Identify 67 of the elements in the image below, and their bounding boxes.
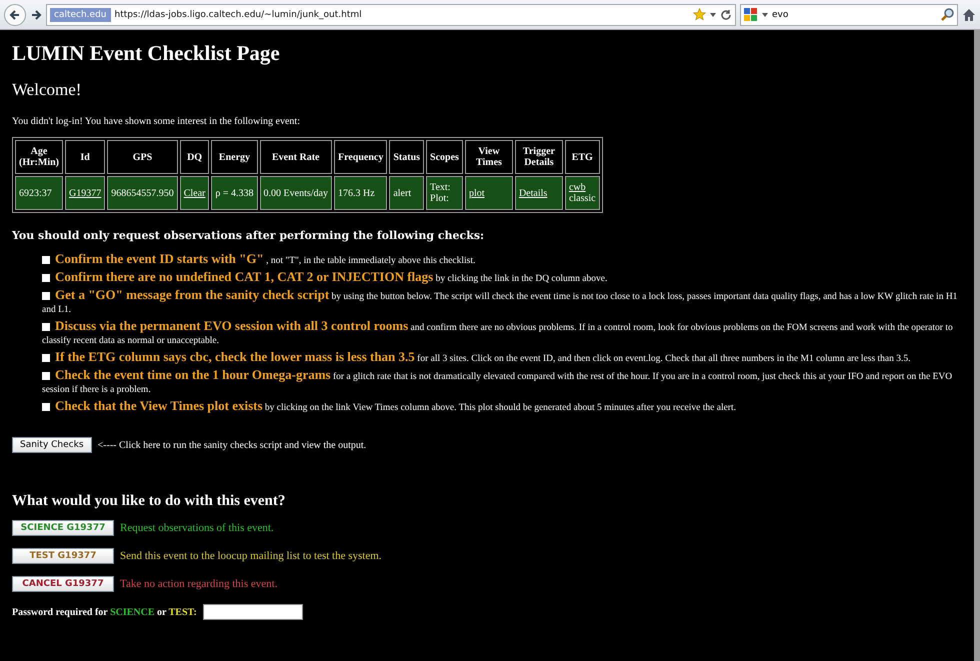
search-field[interactable]: evo [740, 4, 958, 26]
column-header: Frequency [334, 140, 388, 174]
column-header: DQ [180, 140, 210, 174]
checks-heading: You should only request observations after performing the following checks: [12, 229, 486, 242]
table-cell: Text: Plot: [426, 176, 463, 210]
column-header: ETG [564, 140, 600, 174]
column-header: Energy [211, 140, 258, 174]
password-label: Password required for SCIENCE or TEST: [12, 606, 197, 618]
table-cell: 0.00 Events/day [260, 176, 332, 210]
checkbox[interactable] [42, 256, 50, 264]
checkbox[interactable] [42, 403, 50, 411]
search-engine-icon[interactable] [744, 8, 758, 22]
address-bar[interactable]: caltech.edu https://ldas-jobs.ligo.caltech.edu/~lumin/junk_out.html [46, 4, 736, 26]
actions-heading: What would you like to do with this event? [12, 493, 286, 510]
column-header: Id [65, 140, 106, 174]
table-cell[interactable]: plot [464, 176, 513, 210]
action-description: Take no action regarding this event. [120, 578, 278, 590]
action-description: Request observations of this event. [120, 522, 274, 534]
table-cell: 176.3 Hz [334, 176, 388, 210]
column-header: Age (Hr:Min) [15, 140, 63, 174]
column-header: Scopes [426, 140, 463, 174]
checklist-item: Check that the View Times plot exists by clicking on the link View Times column above. This plot should be generated about 5 minutes after you receive the alert. [42, 399, 962, 415]
home-icon[interactable] [962, 8, 976, 22]
back-icon [9, 8, 21, 20]
sanity-checks-button[interactable]: Sanity Checks [12, 437, 92, 453]
welcome-text: Welcome! [12, 80, 82, 100]
table-cell: ρ = 4.338 [211, 176, 258, 210]
checklist-item: Get a "GO" message from the sanity check script by using the button below. The script will check the event time is not too close to a lock loss, passes important data quality flags, and has a low KW glitch rate in H1 and L1. [42, 288, 958, 317]
intro-text: You didn't log-in! You have shown some interest in the following event: [12, 116, 301, 127]
checkbox[interactable] [42, 292, 50, 300]
column-header: GPS [107, 140, 178, 174]
search-text: evo [772, 10, 790, 20]
search-icon[interactable] [941, 8, 954, 21]
checkbox[interactable] [42, 274, 50, 282]
forward-icon[interactable] [30, 8, 42, 20]
password-field[interactable] [202, 604, 303, 620]
table-cell: alert [389, 176, 424, 210]
action-button[interactable]: CANCEL G19377 [12, 576, 114, 592]
table-cell[interactable]: cwb classic [564, 176, 600, 210]
checkbox[interactable] [42, 354, 50, 362]
column-header: Status [389, 140, 424, 174]
checkbox[interactable] [42, 323, 50, 331]
reload-icon[interactable] [720, 8, 732, 20]
column-header: Event Rate [260, 140, 332, 174]
checkbox[interactable] [42, 372, 50, 380]
checklist-item: Discuss via the permanent EVO session with all 3 control rooms and confirm there are no obvious problems. If in a control room, look for obvious problems on the FOM screens and work with the operator to classify recent data as normal or unacceptable. [42, 319, 954, 348]
table-cell: 6923:37 [15, 176, 63, 210]
sanity-note: <---- Click here to run the sanity checks script and view the output. [98, 440, 366, 450]
table-cell[interactable]: Details [514, 176, 563, 210]
table-cell: 968654557.950 [107, 176, 178, 210]
url-text: https://ldas-jobs.ligo.caltech.edu/~lumin/junk_out.html [114, 10, 363, 20]
dropdown-icon[interactable] [762, 12, 768, 16]
action-description: Send this event to the loocup mailing list to test the system. [120, 550, 382, 562]
checklist-item: Check the event time on the 1 hour Omega-grams for a glitch rate that is not dramatically elevated compared with the rest of the hour. If you are in a control room, just check this at your IFO and report on the EVO session if there is a problem. [42, 368, 954, 397]
action-button[interactable]: TEST G19377 [12, 548, 114, 564]
checklist-item: Confirm there are no undefined CAT 1, CAT 2 or INJECTION flags by clicking the link in the DQ column above. [42, 270, 962, 286]
checklist-item: If the ETG column says cbc, check the lower mass is less than 3.5 for all 3 sites. Click on the event ID, and then click on event.log. Check that all three numbers in the M1 column are less than 3.5. [42, 350, 962, 366]
star-icon[interactable] [693, 8, 706, 21]
table-cell[interactable]: G19377 [65, 176, 106, 210]
checklist-item: Confirm the event ID starts with "G" , not "T", in the table immediately above this checklist. [42, 252, 962, 268]
action-button[interactable]: SCIENCE G19377 [12, 520, 114, 536]
dropdown-icon[interactable] [710, 12, 716, 16]
table-cell[interactable]: Clear [180, 176, 210, 210]
page-title: LUMIN Event Checklist Page [12, 41, 281, 66]
back-button[interactable] [4, 4, 26, 26]
column-header: Trigger Details [514, 140, 563, 174]
column-header: View Times [464, 140, 513, 174]
